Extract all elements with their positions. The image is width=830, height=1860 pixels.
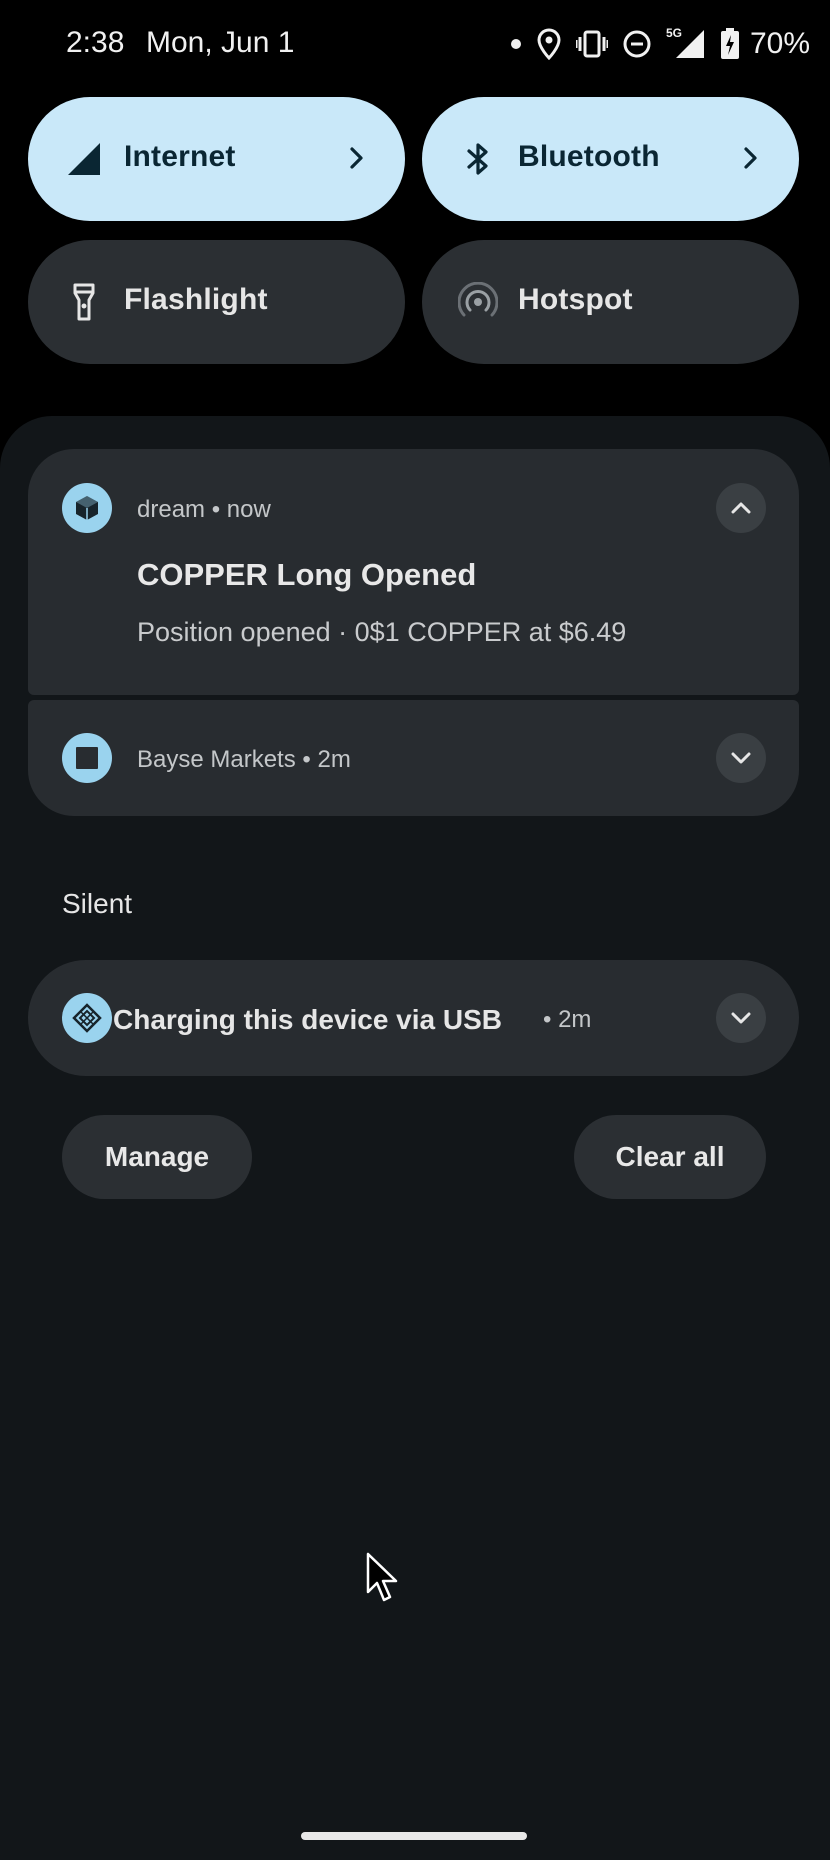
dream-notification[interactable]: dream • now COPPER Long Opened Position … bbox=[28, 449, 799, 695]
vibrate-icon bbox=[575, 29, 608, 59]
notification-title: COPPER Long Opened bbox=[137, 557, 477, 592]
battery-charging-icon bbox=[720, 28, 740, 60]
do-not-disturb-icon bbox=[622, 29, 652, 59]
bluetooth-tile-label: Bluetooth bbox=[518, 140, 660, 173]
header-separator: • bbox=[302, 746, 318, 773]
flashlight-tile-label: Flashlight bbox=[124, 283, 268, 316]
hotspot-tile-label: Hotspot bbox=[518, 283, 633, 316]
usb-notification-time-wrap: • 2m bbox=[543, 1006, 592, 1033]
expand-button[interactable] bbox=[716, 993, 766, 1043]
header-separator: • bbox=[211, 496, 227, 523]
signal-5g-icon: 5G bbox=[666, 26, 706, 60]
flashlight-icon bbox=[73, 283, 95, 321]
silent-section-label: Silent bbox=[62, 888, 133, 919]
notification-time: 2m bbox=[558, 1006, 592, 1033]
bayse-markets-notification[interactable]: Bayse Markets • 2m bbox=[28, 700, 799, 816]
chevron-down-icon bbox=[731, 1012, 751, 1024]
cube-icon bbox=[62, 483, 112, 533]
clear-all-button[interactable]: Clear all bbox=[574, 1115, 766, 1199]
internet-tile[interactable]: Internet bbox=[28, 97, 405, 221]
notification-header: Bayse Markets • 2m bbox=[137, 746, 351, 774]
cellular-signal-icon bbox=[68, 143, 100, 175]
bluetooth-tile[interactable]: Bluetooth bbox=[422, 97, 799, 221]
usb-icon bbox=[62, 993, 112, 1043]
location-icon bbox=[536, 28, 562, 60]
internet-tile-label: Internet bbox=[124, 140, 236, 173]
chevron-right-icon bbox=[350, 147, 363, 169]
usb-notification-title: Charging this device via USB bbox=[113, 1004, 502, 1035]
hotspot-icon bbox=[458, 282, 498, 317]
battery-percent: 70% bbox=[749, 27, 810, 60]
app-name: dream bbox=[137, 496, 206, 523]
notification-text: Position opened · 0$1 COPPER at $6.49 bbox=[137, 617, 627, 647]
collapse-button[interactable] bbox=[716, 483, 766, 533]
chevron-up-icon bbox=[731, 502, 751, 514]
mouse-cursor-icon bbox=[366, 1552, 398, 1602]
status-icons: 5G 70% bbox=[510, 24, 810, 64]
chevron-right-icon bbox=[744, 147, 757, 169]
square-app-icon bbox=[62, 733, 112, 783]
status-time: 2:38 bbox=[66, 26, 125, 59]
home-indicator[interactable] bbox=[301, 1832, 527, 1840]
notification-shade-screen: 2:38 Mon, Jun 1 5G 70% Internet Bluetoot… bbox=[0, 0, 830, 1860]
notification-time: now bbox=[226, 496, 271, 523]
status-date: Mon, Jun 1 bbox=[146, 26, 295, 59]
bluetooth-icon bbox=[467, 143, 488, 175]
expand-button[interactable] bbox=[716, 733, 766, 783]
app-name: Bayse Markets bbox=[137, 746, 296, 773]
chevron-down-icon bbox=[731, 752, 751, 764]
flashlight-tile[interactable]: Flashlight bbox=[28, 240, 405, 364]
status-bar: 2:38 Mon, Jun 1 5G 70% bbox=[0, 0, 830, 92]
notification-header: dream • now bbox=[137, 496, 271, 524]
dot-icon bbox=[510, 38, 522, 50]
hotspot-tile[interactable]: Hotspot bbox=[422, 240, 799, 364]
manage-button[interactable]: Manage bbox=[62, 1115, 252, 1199]
notification-time: 2m bbox=[317, 746, 351, 773]
